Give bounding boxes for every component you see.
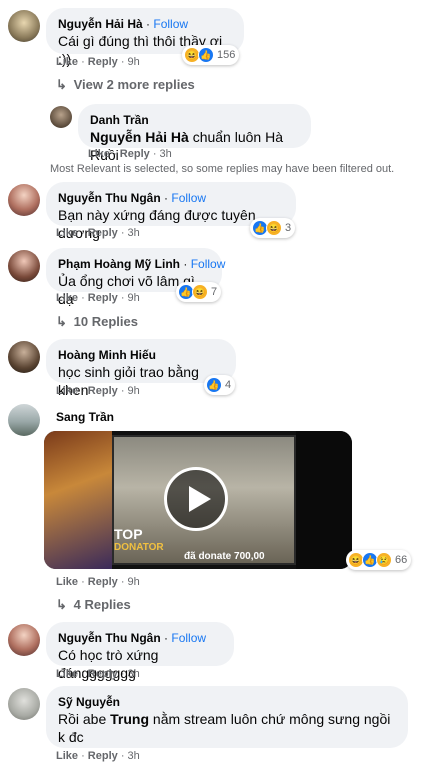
timestamp[interactable]: 3h bbox=[160, 148, 172, 160]
comment-author[interactable]: Phạm Hoàng Mỹ Linh · Follow bbox=[58, 256, 225, 272]
sad-icon: 😢 bbox=[376, 552, 392, 568]
reply-button[interactable]: Reply bbox=[120, 148, 150, 160]
reply-button[interactable]: Reply bbox=[88, 56, 118, 68]
comment-author[interactable]: Sỹ Nguyễn bbox=[58, 694, 396, 710]
comment-author[interactable]: Hoàng Minh Hiếu bbox=[58, 347, 224, 363]
like-button[interactable]: Like bbox=[56, 292, 78, 304]
reply-button[interactable]: Reply bbox=[88, 576, 118, 588]
reaction-count: 4 bbox=[225, 379, 232, 391]
follow-button[interactable]: Follow bbox=[191, 257, 226, 271]
like-button[interactable]: Like bbox=[88, 148, 110, 160]
avatar[interactable] bbox=[50, 106, 72, 128]
timestamp[interactable]: 3h bbox=[128, 750, 140, 762]
like-button[interactable]: Like bbox=[56, 750, 78, 762]
reaction-summary[interactable]: 👍 4 bbox=[204, 375, 236, 395]
comment-actions: Like · Reply · 3h bbox=[56, 227, 140, 239]
comment-actions: Like · Reply · 9h bbox=[56, 56, 140, 68]
timestamp[interactable]: 9h bbox=[128, 385, 140, 397]
comment-actions: Like · Reply · 3h bbox=[56, 750, 140, 762]
reply-button[interactable]: Reply bbox=[88, 292, 118, 304]
comment-actions: Like · Reply · 3h bbox=[56, 668, 140, 680]
reaction-summary[interactable]: 👍 😆 3 bbox=[250, 218, 296, 238]
comment-actions: Like · Reply · 9h bbox=[56, 292, 140, 304]
comment-actions: Like · Reply · 9h bbox=[56, 576, 140, 588]
view-more-replies-button[interactable]: ↳ View 2 more replies bbox=[56, 77, 195, 93]
comment-author[interactable]: Sang Trần bbox=[56, 409, 114, 425]
reply-arrow-icon: ↳ bbox=[56, 597, 67, 612]
haha-icon: 😆 bbox=[266, 220, 282, 236]
like-button[interactable]: Like bbox=[56, 385, 78, 397]
comment-author[interactable]: Nguyễn Thu Ngân · Follow bbox=[58, 630, 222, 646]
donate-text: đã donate 700,00 bbox=[184, 551, 265, 562]
view-replies-button[interactable]: ↳ 10 Replies bbox=[56, 314, 138, 330]
avatar[interactable] bbox=[8, 688, 40, 720]
avatar[interactable] bbox=[8, 250, 40, 282]
reaction-summary[interactable]: 👍 😆 7 bbox=[176, 282, 222, 302]
timestamp[interactable]: 9h bbox=[128, 576, 140, 588]
like-button[interactable]: Like bbox=[56, 56, 78, 68]
comment-bubble: Nguyễn Thu Ngân · Follow Có học trò xứng… bbox=[46, 622, 234, 681]
mention-link[interactable]: Nguyễn Hải Hà bbox=[90, 129, 189, 145]
timestamp[interactable]: 3h bbox=[128, 227, 140, 239]
view-replies-button[interactable]: ↳ 4 Replies bbox=[56, 597, 131, 613]
timestamp[interactable]: 3h bbox=[128, 668, 140, 680]
reaction-count: 7 bbox=[211, 286, 218, 298]
follow-button[interactable]: Follow bbox=[171, 631, 206, 645]
avatar[interactable] bbox=[8, 404, 40, 436]
reply-button[interactable]: Reply bbox=[88, 750, 118, 762]
filter-notice: Most Relevant is selected, so some repli… bbox=[50, 163, 395, 175]
like-icon: 👍 bbox=[198, 47, 214, 63]
like-button[interactable]: Like bbox=[56, 576, 78, 588]
avatar[interactable] bbox=[8, 184, 40, 216]
like-button[interactable]: Like bbox=[56, 668, 78, 680]
follow-button[interactable]: Follow bbox=[153, 17, 188, 31]
timestamp[interactable]: 9h bbox=[128, 292, 140, 304]
reply-button[interactable]: Reply bbox=[88, 227, 118, 239]
reply-author[interactable]: Danh Trần bbox=[90, 112, 299, 128]
like-button[interactable]: Like bbox=[56, 227, 78, 239]
reply-arrow-icon: ↳ bbox=[56, 77, 67, 92]
comment-author[interactable]: Nguyễn Thu Ngân · Follow bbox=[58, 190, 284, 206]
reply-bubble: Danh Trần Nguyễn Hải Hà chuẩn luôn Hà Ru… bbox=[78, 104, 311, 163]
haha-icon: 😆 bbox=[192, 284, 208, 300]
like-icon: 👍 bbox=[206, 377, 222, 393]
reply-button[interactable]: Reply bbox=[88, 668, 118, 680]
comment-author[interactable]: Nguyễn Hải Hà · Follow bbox=[58, 16, 232, 32]
avatar[interactable] bbox=[8, 624, 40, 656]
follow-button[interactable]: Follow bbox=[171, 191, 206, 205]
reaction-summary[interactable]: 😆 👍 😢 66 bbox=[346, 550, 412, 570]
play-button[interactable] bbox=[164, 467, 228, 531]
reply-arrow-icon: ↳ bbox=[56, 314, 67, 329]
comment-bubble: Sỹ Nguyễn Rồi abe Trung nằm stream luôn … bbox=[46, 686, 408, 748]
reply-button[interactable]: Reply bbox=[88, 385, 118, 397]
right-panel bbox=[296, 431, 352, 569]
reply-actions: Like · Reply · 3h bbox=[88, 148, 172, 160]
reaction-count: 156 bbox=[217, 49, 236, 61]
top-donator-badge: TOP DONATOR bbox=[114, 526, 164, 553]
reaction-summary[interactable]: 😆 👍 156 bbox=[182, 45, 240, 65]
play-icon bbox=[189, 486, 211, 512]
avatar[interactable] bbox=[8, 10, 40, 42]
timestamp[interactable]: 9h bbox=[128, 56, 140, 68]
mention-link[interactable]: Trung bbox=[110, 711, 149, 727]
comment-text: Rồi abe Trung nằm stream luôn chứ mông s… bbox=[58, 711, 391, 745]
avatar[interactable] bbox=[8, 341, 40, 373]
reaction-count: 66 bbox=[395, 554, 408, 566]
comment-actions: Like · Reply · 9h bbox=[56, 385, 140, 397]
game-panel bbox=[44, 431, 112, 569]
video-attachment[interactable]: TOP DONATOR đã donate 700,00 bbox=[44, 431, 352, 569]
reaction-count: 3 bbox=[285, 222, 292, 234]
